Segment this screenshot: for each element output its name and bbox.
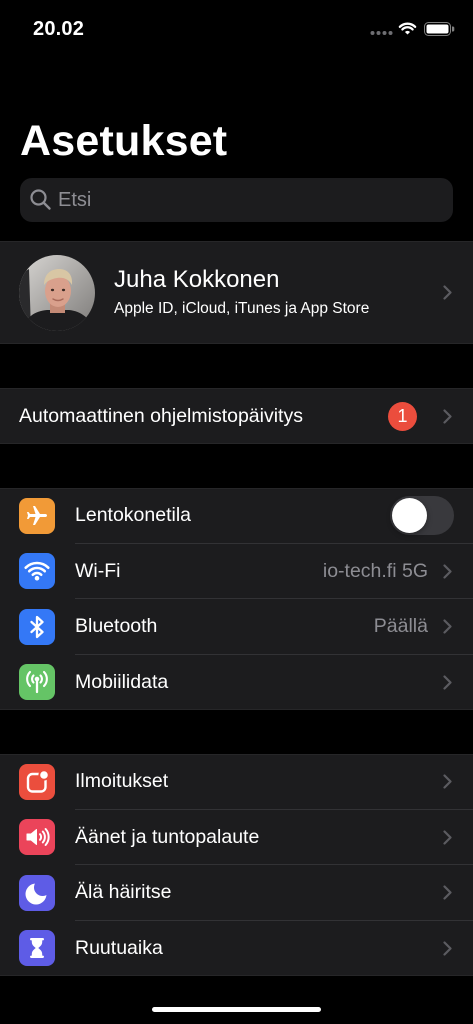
settings-row-notifications[interactable]: Ilmoitukset (0, 754, 473, 810)
page-title: Asetukset (20, 117, 228, 165)
settings-row-label: Lentokonetila (75, 504, 192, 526)
chevron-right-icon (443, 675, 452, 690)
search-icon (29, 188, 52, 211)
cellular-antenna-icon (19, 664, 55, 701)
settings-row-label: Äänet ja tuntopalaute (75, 825, 260, 848)
bluetooth-icon (19, 608, 55, 645)
settings-row-label: Wi-Fi (75, 559, 121, 582)
settings-row-sounds[interactable]: Äänet ja tuntopalaute (0, 810, 473, 866)
home-indicator (152, 1007, 321, 1012)
settings-screen: 20.02 Asetukset Etsi Juha Kokkonen Apple… (0, 0, 473, 1024)
software-update-row[interactable]: Automaattinen ohjelmistopäivitys 1 (0, 388, 473, 444)
toggle-knob (392, 498, 427, 534)
bluetooth-status-value: Päällä (373, 615, 428, 637)
battery-icon (424, 22, 455, 36)
airplane-icon (19, 497, 55, 534)
chevron-right-icon (443, 941, 452, 956)
avatar (19, 255, 95, 331)
settings-row-label: Bluetooth (75, 615, 158, 637)
status-time: 20.02 (33, 18, 85, 40)
chevron-right-icon (443, 830, 452, 845)
settings-row-label: Mobiilidata (75, 670, 169, 693)
settings-row-label: Älä häiritse (75, 881, 172, 903)
chevron-right-icon (443, 619, 452, 634)
profile-name: Juha Kokkonen (114, 266, 280, 293)
hourglass-icon (19, 930, 55, 967)
sounds-icon (19, 819, 55, 856)
notifications-group: Ilmoitukset Äänet ja tuntopalaute Älä hä… (0, 754, 473, 976)
notifications-icon (19, 763, 55, 800)
settings-row-mobile-data[interactable]: Mobiilidata (0, 655, 473, 711)
airplane-mode-toggle[interactable] (390, 496, 454, 536)
connectivity-group: Lentokonetila Wi-Fi io-tech.fi 5G Blueto… (0, 488, 473, 710)
software-update-label: Automaattinen ohjelmistopäivitys (19, 405, 303, 427)
wifi-icon (19, 553, 55, 590)
settings-row-wifi[interactable]: Wi-Fi io-tech.fi 5G (0, 544, 473, 600)
search-input[interactable] (58, 178, 438, 222)
wifi-network-value: io-tech.fi 5G (322, 559, 428, 582)
chevron-right-icon (443, 774, 452, 789)
cellular-dots-icon (370, 30, 394, 36)
chevron-right-icon (443, 408, 452, 424)
settings-row-do-not-disturb[interactable]: Älä häiritse (0, 865, 473, 921)
update-badge: 1 (388, 401, 417, 431)
apple-id-profile-row[interactable]: Juha Kokkonen Apple ID, iCloud, iTunes j… (0, 241, 473, 344)
wifi-icon (398, 20, 417, 36)
chevron-right-icon (443, 285, 452, 300)
moon-icon (19, 874, 55, 911)
settings-row-screen-time[interactable]: Ruutuaika (0, 921, 473, 977)
chevron-right-icon (443, 564, 452, 579)
chevron-right-icon (443, 885, 452, 900)
profile-subtitle: Apple ID, iCloud, iTunes ja App Store (114, 300, 370, 317)
settings-row-label: Ruutuaika (75, 936, 163, 959)
settings-row-bluetooth[interactable]: Bluetooth Päällä (0, 599, 473, 655)
search-bar[interactable] (20, 178, 453, 222)
settings-row-airplane-mode[interactable]: Lentokonetila (0, 488, 473, 544)
settings-row-label: Ilmoitukset (75, 770, 169, 792)
